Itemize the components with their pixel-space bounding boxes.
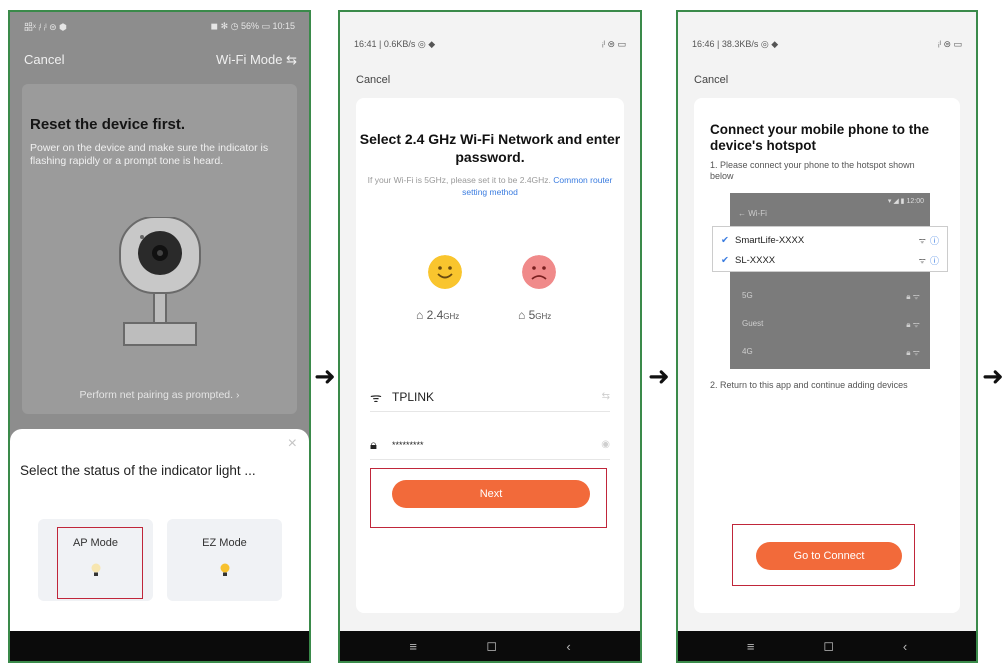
network-row: 5G 🔒︎ ᯤ [742,291,920,302]
close-icon[interactable]: × [288,435,297,453]
arrow-right-icon: ➜ [982,361,1002,391]
cancel-button[interactable]: Cancel [24,52,64,68]
router-icon: ⌂ [416,308,424,322]
bulb-flashing-icon [220,563,229,576]
step-two-text: 2. Return to this app and continue addin… [710,380,908,390]
wifi-mode-switch[interactable]: Wi-Fi Mode ⇆ [216,52,297,68]
sheet-title: Select the status of the indicator light… [20,463,256,478]
wifi-settings-screenshot: ▾ ◢ ▮ 12:00 ← Wi-Fi 5G 🔒︎ ᯤ Guest 🔒︎ ᯤ 4G 🔒… [730,193,930,369]
ssid-value: TPLINK [392,389,435,404]
highlight-box [732,524,915,586]
status-left: 16:46 | 38.3KB/s ◎ ◆ [692,38,779,49]
page-title: Select 2.4 GHz Wi-Fi Network and enter p… [359,131,621,165]
phone-screen-wifi: 16:41 | 0.6KB/s ◎ ◆ ᵢˡ ⊜ ▭ Cancel Select… [338,10,642,663]
phone-screen-reset: 㗊ˣ ᵢˡ ᵢˡ ⊜ ⬢ ◼ ✻ ◷ 56% ▭ 10:15 Cancel Wi… [8,10,311,663]
page-title: Reset the device first. [30,116,186,133]
hotspot-popup: ✔ SmartLife-XXXX ᯤ ⓘ ✔ SL-XXXX ᯤ ⓘ [712,226,948,272]
step-one-text: 1. Please connect your phone to the hots… [710,160,915,181]
hint-text: If your Wi-Fi is 5GHz, please set it to … [356,174,624,198]
indicator-status-sheet: × Select the status of the indicator lig… [10,429,309,631]
status-right: ◼ ✻ ◷ 56% ▭ 10:15 [210,20,295,31]
status-left: 16:41 | 0.6KB/s ◎ ◆ [354,38,436,49]
net-pairing-link[interactable]: Perform net pairing as prompted. › [10,389,309,401]
cancel-button[interactable]: Cancel [356,74,390,86]
network-row: 4G 🔒︎ ᯤ [742,347,920,358]
wifi-icon: ᯤ [370,389,382,405]
band-value: 2.4 [426,308,444,322]
arrow-right-icon: ➜ [314,361,336,391]
status-bar: 16:41 | 0.6KB/s ◎ ◆ ᵢˡ ⊜ ▭ [340,30,640,58]
lock-wifi-icon: 🔒︎ ᯤ [906,292,920,301]
router-icon: ⌂ [518,308,526,322]
cancel-button[interactable]: Cancel [694,74,728,86]
navigation-bar: ≡ ◻ ‹ [340,631,640,661]
home-icon[interactable]: ◻ [823,638,834,654]
wifi-icon: ᯤ [918,255,926,265]
highlight-box [370,468,607,528]
status-bar: 㗊ˣ ᵢˡ ᵢˡ ⊜ ⬢ ◼ ✻ ◷ 56% ▭ 10:15 [10,12,309,40]
back-icon[interactable]: ‹ [566,639,570,654]
hint-message: If your Wi-Fi is 5GHz, please set it to … [367,175,551,185]
status-right: ᵢˡ ⊜ ▭ [602,38,626,49]
wifi-icon: ᯤ [918,235,926,245]
switch-network-icon[interactable]: ⇆ [602,391,610,402]
camera-illustration [119,217,201,346]
navigation-bar [10,631,309,661]
menu-icon[interactable]: ≡ [409,639,417,654]
band-5ghz: ⌂ 5GHz [518,308,551,322]
phone-screen-hotspot: 16:46 | 38.3KB/s ◎ ◆ ᵢˡ ⊜ ▭ Cancel Conne… [676,10,978,663]
happy-face-icon [428,255,462,289]
network-name: Guest [742,319,764,328]
lock-icon: 🔒︎ [370,436,377,452]
hotspot-row[interactable]: ✔ SmartLife-XXXX ᯤ ⓘ [721,230,939,250]
lock-wifi-icon: 🔒︎ ᯤ [906,320,920,329]
network-row: Guest 🔒︎ ᯤ [742,319,920,330]
highlight-box [57,527,143,599]
navigation-bar: ≡ ◻ ‹ [678,631,976,661]
screenshot-header: ← Wi-Fi [738,209,767,218]
band-unit: GHz [443,312,460,321]
status-bar: 16:46 | 38.3KB/s ◎ ◆ ᵢˡ ⊜ ▭ [678,30,976,58]
info-icon[interactable]: ⓘ [930,254,939,267]
instruction-text: Power on the device and make sure the in… [30,142,269,167]
back-icon[interactable]: ‹ [903,639,907,654]
band-unit: GHz [535,312,552,321]
status-left: 㗊ˣ ᵢˡ ᵢˡ ⊜ ⬢ [24,21,68,32]
arrow-right-icon: ➜ [648,361,670,391]
home-icon[interactable]: ◻ [486,638,497,654]
screenshot-status: ▾ ◢ ▮ 12:00 [887,198,924,205]
hotspot-name: SmartLife-XXXX [735,234,805,246]
hotspot-row[interactable]: ✔ SL-XXXX ᯤ ⓘ [721,250,939,270]
show-password-icon[interactable]: ◉ [601,439,610,450]
page-title: Connect your mobile phone to the device'… [710,122,929,153]
status-right: ᵢˡ ⊜ ▭ [938,38,962,49]
wifi-password-field[interactable]: 🔒︎ ********* ◉ [370,430,610,460]
network-name: 5G [742,291,753,300]
hotspot-name: SL-XXXX [735,254,776,266]
sad-face-icon [522,255,556,289]
password-value: ********* [392,439,424,450]
wifi-ssid-field[interactable]: ᯤ TPLINK ⇆ [370,382,610,412]
band-2-4ghz: ⌂ 2.4GHz [416,308,459,322]
menu-icon[interactable]: ≡ [747,639,755,654]
ez-mode-option[interactable]: EZ Mode [167,519,282,601]
check-icon: ✔ [721,234,729,246]
lock-wifi-icon: 🔒︎ ᯤ [906,348,920,357]
check-icon: ✔ [721,254,729,266]
ez-mode-label: EZ Mode [202,537,247,549]
info-icon[interactable]: ⓘ [930,234,939,247]
network-name: 4G [742,347,753,356]
